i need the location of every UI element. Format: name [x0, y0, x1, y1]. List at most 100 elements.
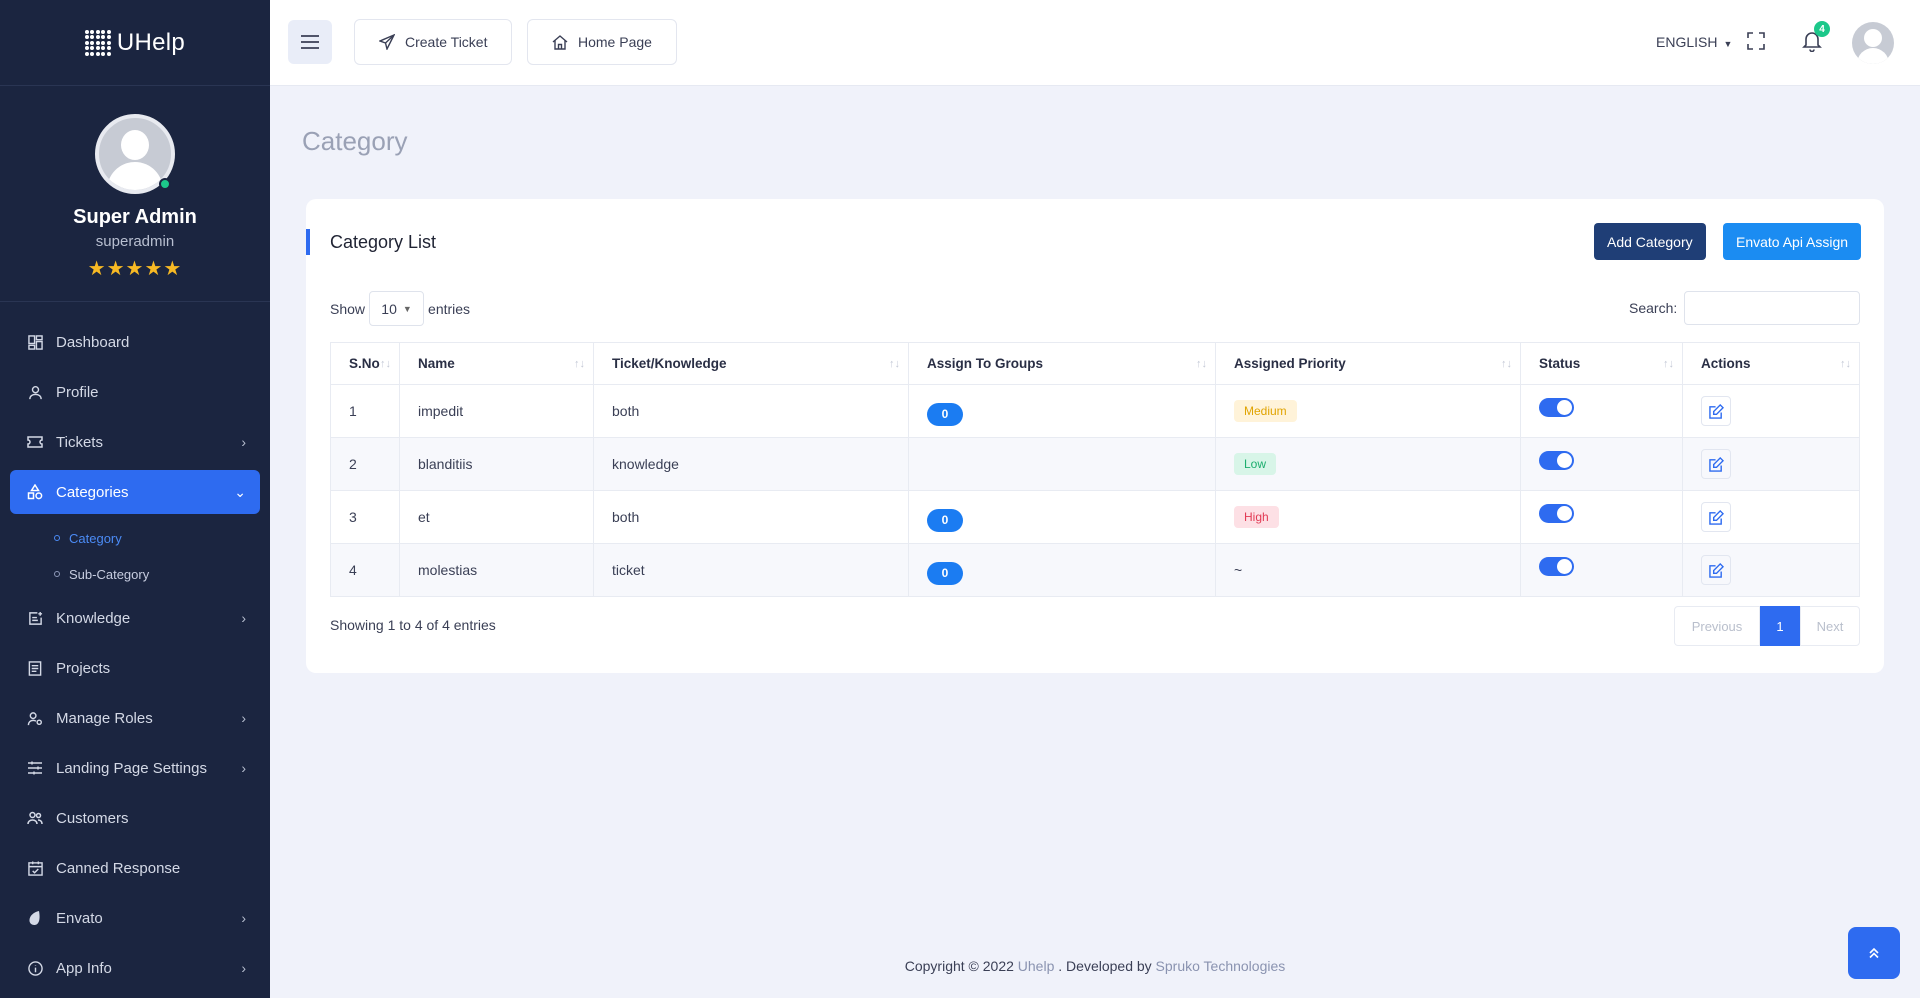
table-search: Search:	[1629, 291, 1861, 325]
entries-select[interactable]: 10 ▼	[369, 291, 425, 326]
header-avatar[interactable]	[1852, 22, 1894, 64]
group-count-badge[interactable]: 0	[927, 402, 963, 426]
home-page-button[interactable]: Home Page	[527, 19, 677, 65]
sidebar-item-label: Manage Roles	[56, 709, 153, 727]
priority-badge: Medium	[1234, 400, 1297, 422]
edit-button[interactable]	[1701, 555, 1731, 585]
cell-type: both	[593, 490, 909, 544]
cell-groups: 0	[908, 490, 1216, 544]
sort-icon: ↑↓	[1501, 358, 1512, 370]
edit-button[interactable]	[1701, 396, 1731, 426]
cell-priority: ~	[1215, 543, 1521, 597]
sidebar-item-projects[interactable]: Projects	[10, 646, 260, 690]
sidebar-item-manage-roles[interactable]: Manage Roles ›	[10, 696, 260, 740]
edit-icon	[1708, 403, 1724, 419]
sidebar-item-tickets[interactable]: Tickets ›	[10, 420, 260, 464]
chevron-right-icon: ›	[241, 434, 246, 450]
sidebar-item-label: Profile	[56, 383, 99, 401]
status-toggle[interactable]	[1539, 504, 1574, 523]
column-header-label: S.No	[349, 356, 380, 371]
caret-down-icon: ▼	[402, 303, 412, 314]
category-list-card: Category List Add Category Envato Api As…	[306, 199, 1884, 673]
cell-status	[1520, 543, 1683, 597]
sidebar-item-categories[interactable]: Categories ⌄	[10, 470, 260, 514]
avatar[interactable]	[95, 114, 175, 194]
sidebar-item-dashboard[interactable]: Dashboard	[10, 320, 260, 364]
pagination-page-1[interactable]: 1	[1760, 606, 1800, 646]
brand-name: UHelp	[116, 28, 186, 56]
home-icon	[552, 34, 568, 50]
rating-stars: ★★★★★	[87, 258, 183, 280]
column-header-sno[interactable]: S.No ↑↓	[330, 342, 400, 385]
envato-api-assign-button[interactable]: Envato Api Assign	[1723, 223, 1862, 260]
column-header-assigned-priority[interactable]: Assigned Priority ↑↓	[1215, 342, 1521, 385]
sidebar-item-envato[interactable]: Envato ›	[10, 896, 260, 940]
edit-icon	[1708, 562, 1724, 578]
table-row: 2 blanditiis knowledge Low	[330, 437, 1860, 491]
status-toggle[interactable]	[1539, 557, 1574, 576]
pagination-next[interactable]: Next	[1800, 606, 1860, 646]
send-icon	[379, 34, 395, 50]
brand-logo[interactable]: UHelp	[0, 0, 270, 86]
cell-name: molestias	[399, 543, 594, 597]
double-chevron-up-icon	[1869, 947, 1879, 959]
notification-count-badge: 4	[1814, 21, 1830, 37]
entries-length-control: Show 10 ▼ entries	[330, 291, 470, 326]
profile-name: Super Admin	[73, 206, 197, 228]
sidebar-nav: Dashboard Profile Tickets › Categories ⌄	[0, 302, 270, 990]
developed-by-text: . Developed by	[1054, 958, 1156, 974]
pagination-previous[interactable]: Previous	[1674, 606, 1760, 646]
online-status-indicator	[159, 178, 171, 190]
column-header-name[interactable]: Name ↑↓	[399, 342, 594, 385]
cell-priority: Medium	[1215, 384, 1521, 438]
table-row: 3 et both 0 High	[330, 490, 1860, 544]
subnav-item-category[interactable]: Category	[0, 520, 270, 556]
cell-status	[1520, 490, 1683, 544]
sidebar-item-knowledge[interactable]: Knowledge ›	[10, 596, 260, 640]
uhelp-link[interactable]: Uhelp	[1018, 958, 1055, 974]
sidebar-item-canned-response[interactable]: Canned Response	[10, 846, 260, 890]
language-selector[interactable]: ENGLISH ▼	[1656, 34, 1732, 50]
status-toggle[interactable]	[1539, 398, 1574, 417]
home-page-label: Home Page	[578, 34, 652, 50]
create-ticket-button[interactable]: Create Ticket	[354, 19, 513, 65]
add-category-button[interactable]: Add Category	[1594, 223, 1706, 260]
status-toggle[interactable]	[1539, 451, 1574, 470]
subnav-item-label: Category	[69, 530, 122, 546]
column-header-ticket-knowledge[interactable]: Ticket/Knowledge ↑↓	[593, 342, 909, 385]
bullet-icon	[54, 571, 60, 577]
spruko-link[interactable]: Spruko Technologies	[1156, 958, 1286, 974]
category-table: S.No ↑↓ Name ↑↓ Ticket/Knowledge ↑↓ Assign …	[330, 342, 1860, 597]
group-count-badge[interactable]: 0	[927, 508, 963, 532]
column-header-status[interactable]: Status ↑↓	[1520, 342, 1683, 385]
fullscreen-icon	[1747, 32, 1765, 50]
cell-status	[1520, 384, 1683, 438]
subnav-item-sub-category[interactable]: Sub-Category	[0, 556, 270, 592]
back-to-top-button[interactable]	[1848, 927, 1900, 979]
sidebar-item-app-info[interactable]: App Info ›	[10, 946, 260, 990]
cell-type: both	[593, 384, 909, 438]
sidebar-item-profile[interactable]: Profile	[10, 370, 260, 414]
column-header-label: Name	[418, 356, 455, 371]
edit-button[interactable]	[1701, 502, 1731, 532]
sidebar-item-label: App Info	[56, 959, 112, 977]
cell-name: impedit	[399, 384, 594, 438]
cell-type: knowledge	[593, 437, 909, 491]
fullscreen-button[interactable]	[1747, 32, 1765, 55]
column-header-actions[interactable]: Actions ↑↓	[1682, 342, 1860, 385]
sort-icon: ↑↓	[380, 358, 391, 370]
menu-toggle-button[interactable]	[288, 20, 332, 64]
cell-type: ticket	[593, 543, 909, 597]
column-header-assign-to-groups[interactable]: Assign To Groups ↑↓	[908, 342, 1216, 385]
sidebar-item-customers[interactable]: Customers	[10, 796, 260, 840]
page-footer: Copyright © 2022 Uhelp . Developed by Sp…	[270, 958, 1920, 974]
show-label: Show	[330, 300, 366, 317]
edit-icon	[1708, 456, 1724, 472]
edit-button[interactable]	[1701, 449, 1731, 479]
group-count-badge[interactable]: 0	[927, 561, 963, 585]
sidebar-item-landing-page-settings[interactable]: Landing Page Settings ›	[10, 746, 260, 790]
chevron-right-icon: ›	[241, 960, 246, 976]
card-title: Category List	[306, 229, 436, 255]
search-input[interactable]	[1684, 291, 1861, 325]
cell-sno: 4	[330, 543, 400, 597]
